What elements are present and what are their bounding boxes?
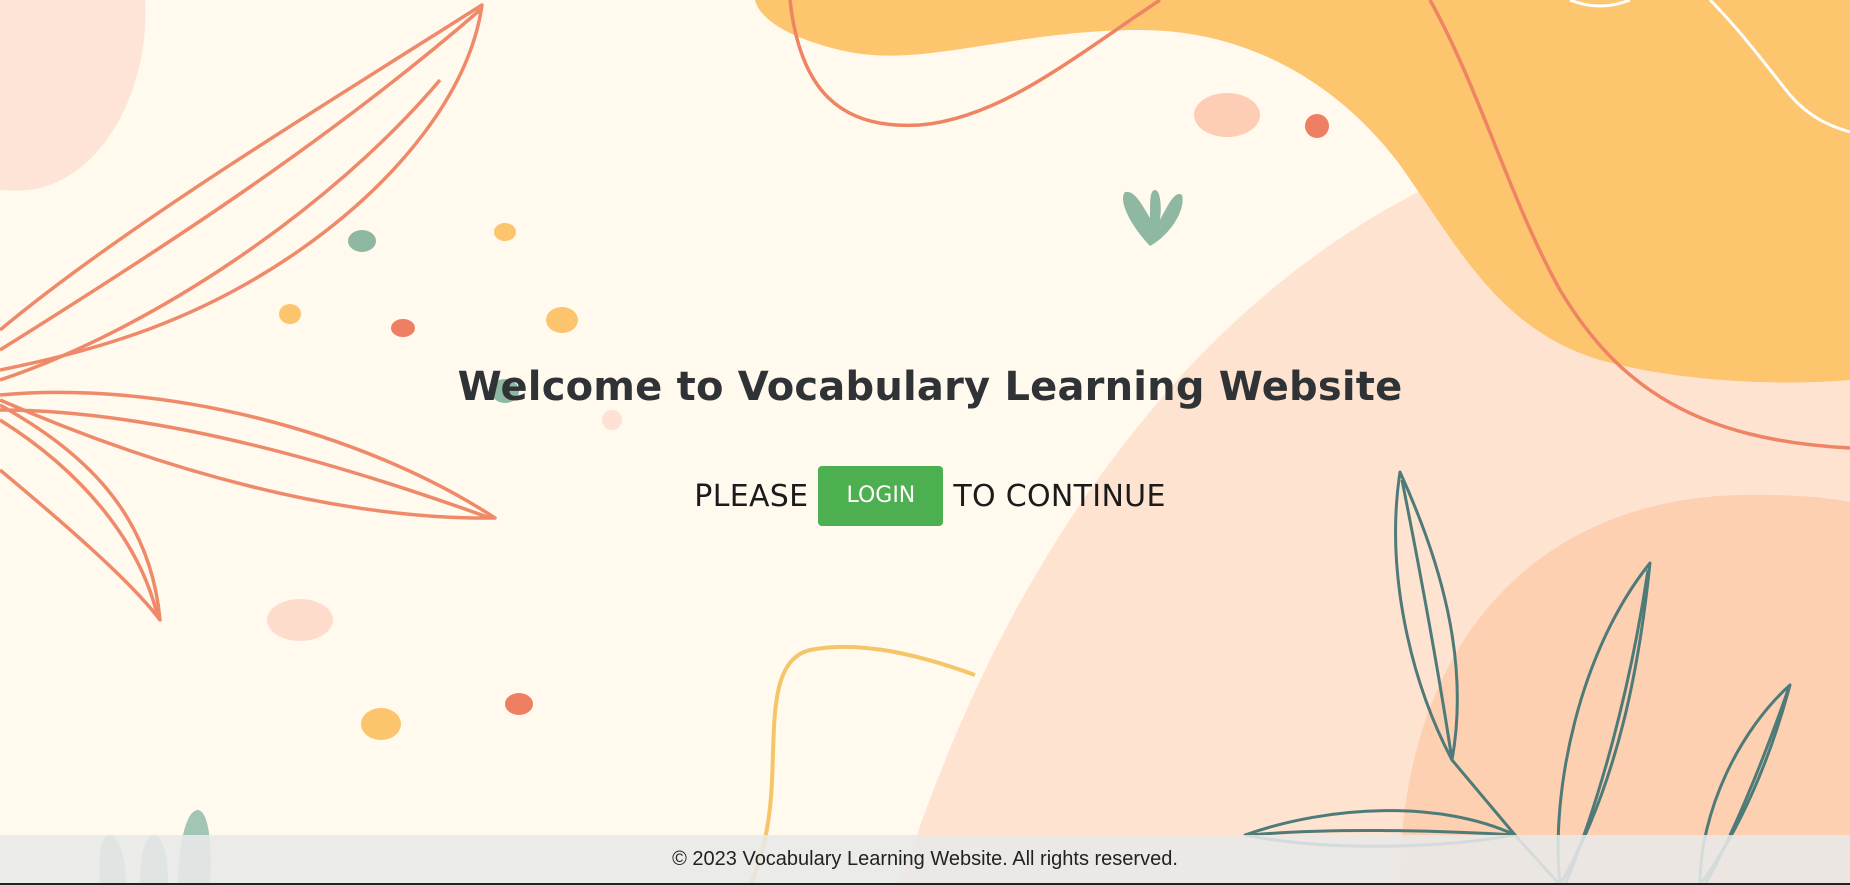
footer: © 2023 Vocabulary Learning Website. All … [0, 835, 1850, 885]
login-prompt: PLEASE LOGIN TO CONTINUE [0, 466, 1850, 526]
prompt-text-before: PLEASE [694, 478, 809, 514]
prompt-text-after: TO CONTINUE [953, 478, 1166, 514]
main-content: Welcome to Vocabulary Learning Website P… [0, 0, 1850, 885]
page-title: Welcome to Vocabulary Learning Website [457, 364, 1403, 410]
landing-page: Welcome to Vocabulary Learning Website P… [0, 0, 1850, 885]
footer-copyright: © 2023 Vocabulary Learning Website. All … [672, 847, 1178, 870]
login-button[interactable]: LOGIN [818, 466, 944, 526]
